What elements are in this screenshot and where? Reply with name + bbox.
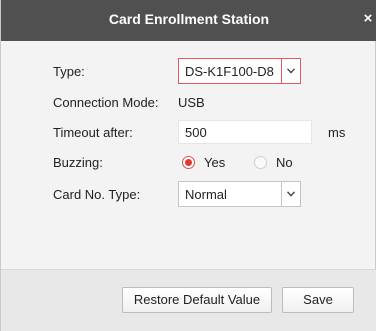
connection-mode-value: USB — [178, 95, 205, 110]
buzzing-label: Buzzing: — [53, 155, 103, 170]
chevron-down-icon — [287, 191, 295, 197]
type-select-value: DS-K1F100-D8 — [185, 64, 274, 79]
type-select[interactable]: DS-K1F100-D8 — [178, 58, 301, 84]
chevron-down-icon — [287, 68, 295, 74]
close-icon[interactable]: × — [361, 10, 375, 28]
save-button[interactable]: Save — [282, 287, 354, 313]
card-no-type-value: Normal — [185, 187, 227, 202]
type-dropdown-arrow[interactable] — [281, 59, 300, 83]
timeout-input[interactable] — [178, 120, 312, 144]
title-bar: Card Enrollment Station × — [1, 0, 376, 41]
card-no-type-dropdown-arrow[interactable] — [281, 182, 300, 206]
restore-default-button[interactable]: Restore Default Value — [122, 287, 272, 313]
dialog-title: Card Enrollment Station — [108, 11, 270, 27]
buzzing-no-radio[interactable] — [254, 156, 267, 169]
connection-mode-label: Connection Mode: — [53, 95, 159, 110]
type-label: Type: — [53, 64, 85, 79]
buzzing-yes-radio[interactable] — [182, 156, 195, 169]
card-no-type-select[interactable]: Normal — [178, 181, 301, 207]
buzzing-yes-label[interactable]: Yes — [204, 155, 225, 170]
card-enrollment-dialog: Card Enrollment Station × Type: DS-K1F10… — [0, 0, 376, 331]
timeout-unit: ms — [328, 125, 346, 140]
timeout-label: Timeout after: — [53, 125, 133, 140]
card-no-type-label: Card No. Type: — [53, 187, 141, 202]
buzzing-no-label[interactable]: No — [276, 155, 293, 170]
